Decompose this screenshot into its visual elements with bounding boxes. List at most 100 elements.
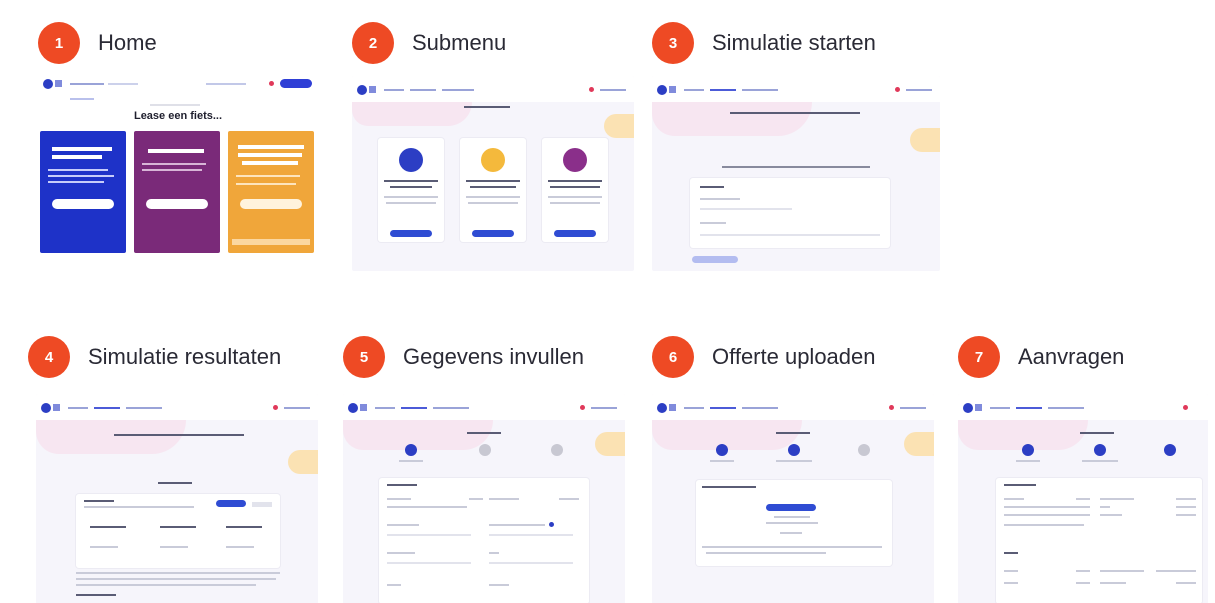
panel-button	[146, 199, 208, 209]
decor-blob-yellow	[595, 432, 625, 456]
progress-label	[1082, 460, 1118, 462]
mini-header	[958, 394, 1208, 420]
progress-step	[551, 444, 563, 456]
form-field-label	[489, 498, 519, 500]
underline	[70, 98, 94, 100]
summary-label	[1004, 498, 1024, 500]
logo-mark-icon	[669, 86, 676, 93]
step-header: 5 Gegevens invullen	[343, 334, 633, 380]
step-title: Aanvragen	[1018, 344, 1125, 369]
screenshot-thumbnail-fill-details[interactable]	[343, 394, 625, 603]
summary-value	[1076, 582, 1090, 584]
section-title	[158, 482, 192, 484]
screenshot-thumbnail-home[interactable]: Lease een fiets...	[38, 70, 318, 270]
panel-heading	[52, 147, 112, 151]
mini-nav-item	[600, 89, 626, 91]
mini-nav-item	[710, 89, 736, 91]
summary-value	[1176, 506, 1196, 508]
card-text-line	[548, 196, 602, 198]
card-text-line	[550, 202, 600, 204]
step-header: 7 Aanvragen	[958, 334, 1215, 380]
logo-mark-icon	[360, 404, 367, 411]
panel-button	[52, 199, 114, 209]
logo-mark-icon	[669, 404, 676, 411]
summary-value	[1076, 498, 1090, 500]
screenshot-thumbnail-simulation-results[interactable]	[36, 394, 318, 603]
screenshot-thumbnail-request[interactable]	[958, 394, 1208, 603]
screenshot-thumbnail-simulation-start[interactable]	[652, 76, 940, 271]
step-title: Home	[98, 30, 157, 55]
summary-label	[1100, 514, 1122, 516]
mini-header	[652, 394, 934, 420]
mini-nav-item	[126, 407, 162, 409]
logo-icon	[348, 403, 358, 413]
mini-nav-item	[900, 407, 926, 409]
mini-nav-item	[433, 407, 469, 409]
upload-note	[702, 546, 882, 548]
summary-label	[1100, 498, 1134, 500]
screenshot-thumbnail-submenu[interactable]	[352, 76, 634, 271]
logo-mark-icon	[53, 404, 60, 411]
mini-nav-item	[742, 89, 778, 91]
step-title: Simulatie starten	[712, 30, 876, 55]
logo-icon	[657, 403, 667, 413]
upload-hint	[774, 516, 810, 518]
panel-text	[48, 169, 108, 171]
page-heading-line	[464, 106, 510, 108]
mini-nav-item	[94, 407, 120, 409]
form-field-label	[700, 198, 740, 200]
flag-icon	[1183, 405, 1188, 410]
calculator-icon	[481, 148, 505, 172]
page-heading-line	[114, 434, 244, 436]
logo-mark-icon	[975, 404, 982, 411]
decor-blob-yellow	[904, 432, 934, 456]
step-upload-quote: 6 Offerte uploaden	[652, 334, 942, 603]
panel-purple	[134, 131, 220, 253]
step-title: Submenu	[412, 30, 507, 55]
summary-value	[1004, 514, 1090, 516]
step-number-badge: 3	[652, 22, 694, 64]
card-button	[390, 230, 432, 237]
subsection-title	[76, 594, 116, 596]
step-request: 7 Aanvragen	[958, 334, 1215, 603]
card-button	[554, 230, 596, 237]
panel-blue	[40, 131, 126, 253]
results-card	[76, 494, 280, 568]
mini-nav-item	[108, 83, 138, 85]
panel-text	[236, 183, 296, 185]
form-field-label	[700, 222, 726, 224]
step-header: 6 Offerte uploaden	[652, 334, 942, 380]
mini-nav-item	[990, 407, 1010, 409]
mini-nav-item	[742, 407, 778, 409]
summary-label	[1004, 570, 1018, 572]
summary-value	[1176, 514, 1196, 516]
step-number-badge: 1	[38, 22, 80, 64]
form-input	[700, 234, 880, 236]
step-simulation-results: 4 Simulatie resultaten	[28, 334, 318, 603]
progress-label	[776, 460, 812, 462]
mini-header	[343, 394, 625, 420]
form-intro-line	[722, 166, 870, 168]
mini-nav-item	[401, 407, 427, 409]
progress-step-done	[716, 444, 728, 456]
form-field-label	[489, 524, 545, 526]
mini-nav-item	[70, 83, 104, 85]
mini-nav-item	[384, 89, 404, 91]
progress-step-done	[1022, 444, 1034, 456]
form-input	[700, 208, 792, 210]
card-text-line	[468, 202, 518, 204]
progress-step-active	[405, 444, 417, 456]
screenshot-thumbnail-upload-quote[interactable]	[652, 394, 934, 603]
mini-nav-item	[1048, 407, 1084, 409]
result-column	[226, 526, 262, 528]
page-heading-line	[730, 112, 860, 114]
decor-blob-pink	[652, 420, 802, 450]
step-fill-details: 5 Gegevens invullen	[343, 334, 633, 603]
flag-icon	[889, 405, 894, 410]
upload-hint	[780, 532, 802, 534]
progress-label	[710, 460, 734, 462]
panel-text	[48, 181, 104, 183]
summary-label	[1100, 582, 1126, 584]
form-field-label	[387, 552, 415, 554]
summary-label	[1004, 582, 1018, 584]
